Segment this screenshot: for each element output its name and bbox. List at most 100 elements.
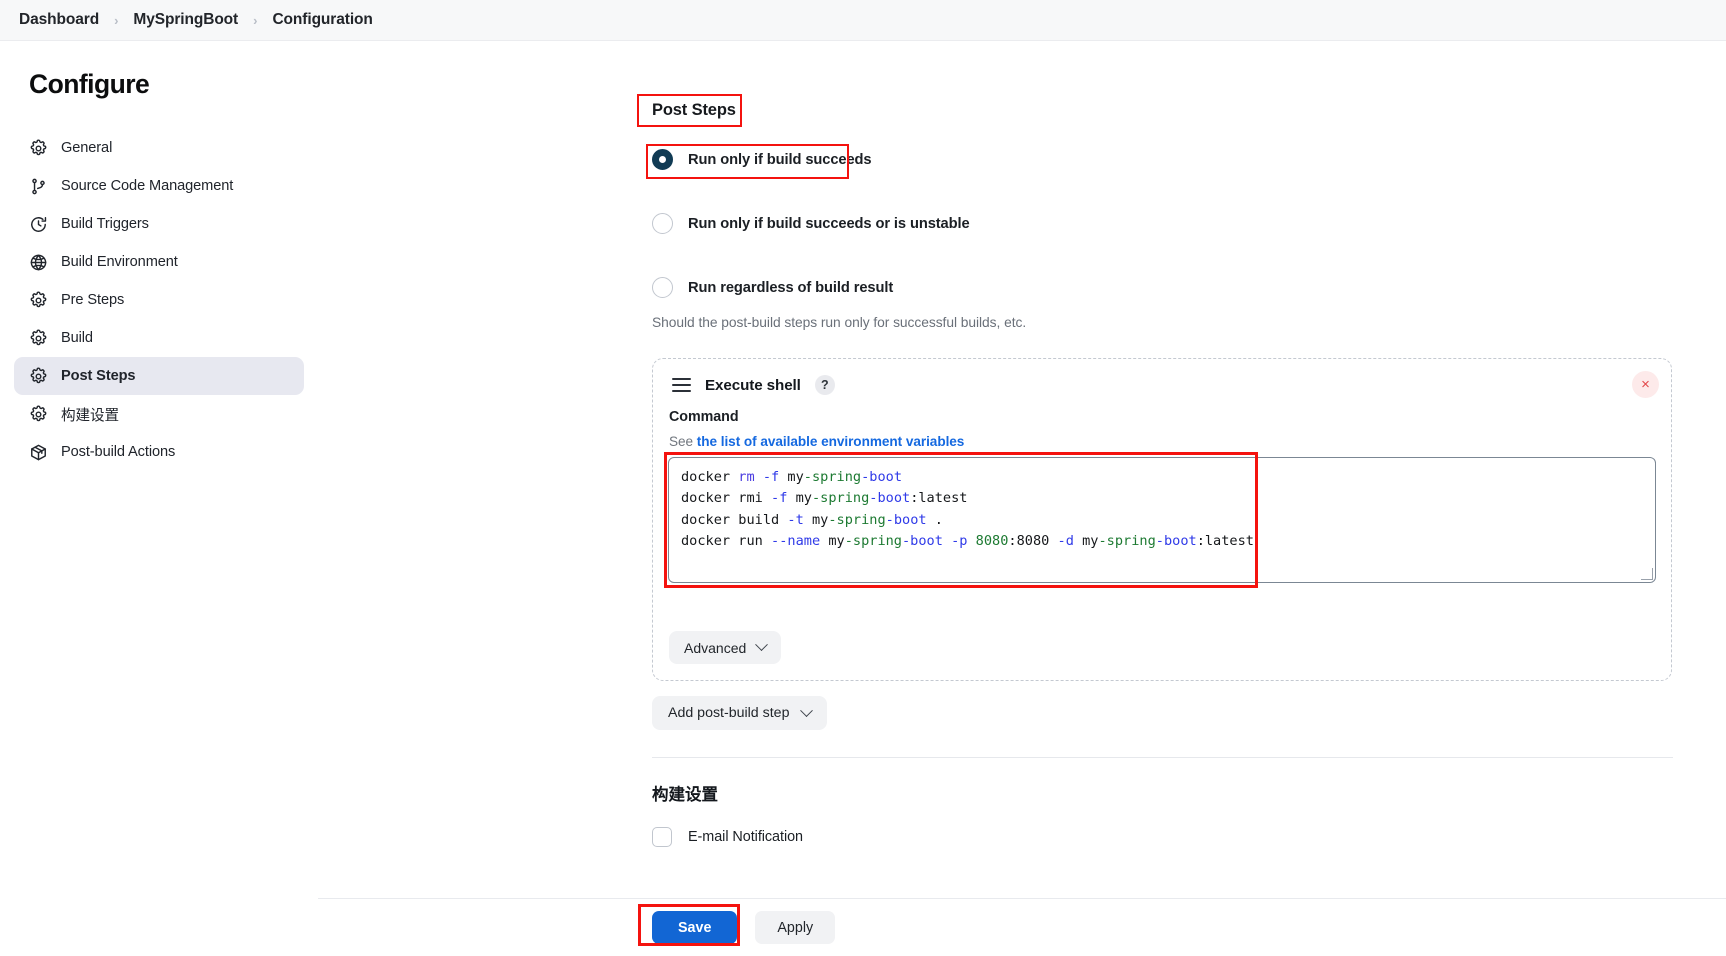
command-textarea[interactable]: docker rm -f my-spring-bootdocker rmi -f… bbox=[668, 457, 1656, 583]
code-line: docker rmi -f my-spring-boot:latest bbox=[681, 488, 1643, 509]
env-help-prefix: See bbox=[669, 434, 697, 449]
code-token: -boot bbox=[861, 469, 902, 485]
gear-icon bbox=[29, 405, 48, 424]
gear-icon bbox=[29, 291, 48, 310]
build-step-header: Execute shell ? bbox=[653, 359, 1671, 395]
radio-run-only-if-build-succeeds[interactable]: Run only if build succeeds bbox=[652, 149, 871, 170]
code-token: my bbox=[1082, 533, 1098, 549]
radio-indicator-selected[interactable] bbox=[652, 149, 673, 170]
code-token: -boot bbox=[886, 512, 927, 528]
breadcrumb: Dashboard › MySpringBoot › Configuration bbox=[0, 0, 1726, 41]
breadcrumb-item-configuration[interactable]: Configuration bbox=[270, 11, 374, 29]
code-token: :latest bbox=[1197, 533, 1254, 549]
code-token: docker build bbox=[681, 512, 787, 528]
add-post-build-step-button[interactable]: Add post-build step bbox=[652, 696, 827, 730]
code-token: 8080 bbox=[976, 533, 1009, 549]
radio-label: Run only if build succeeds bbox=[688, 152, 871, 168]
help-icon[interactable]: ? bbox=[815, 375, 835, 395]
code-token: docker run bbox=[681, 533, 771, 549]
code-line: docker rm -f my-spring-boot bbox=[681, 467, 1643, 488]
chevron-down-icon bbox=[801, 704, 814, 717]
advanced-button[interactable]: Advanced bbox=[669, 631, 781, 664]
drag-handle-icon[interactable] bbox=[672, 378, 691, 392]
clock-icon bbox=[29, 215, 48, 234]
sidebar-item-post-build-actions[interactable]: Post-build Actions bbox=[14, 433, 304, 471]
package-icon bbox=[29, 443, 48, 462]
sidebar-item-build-environment[interactable]: Build Environment bbox=[14, 243, 304, 281]
gear-icon bbox=[29, 367, 48, 386]
gear-icon bbox=[29, 139, 48, 158]
sidebar-item-label: Source Code Management bbox=[61, 178, 233, 194]
post-steps-heading: Post Steps bbox=[652, 101, 736, 120]
breadcrumb-separator-icon: › bbox=[240, 14, 270, 27]
code-token: -f bbox=[763, 469, 788, 485]
radio-indicator[interactable] bbox=[652, 213, 673, 234]
radio-run-regardless-of-build-result[interactable]: Run regardless of build result bbox=[652, 277, 893, 298]
save-button[interactable]: Save bbox=[652, 911, 737, 944]
advanced-label: Advanced bbox=[684, 640, 746, 656]
env-variables-link[interactable]: the list of available environment variab… bbox=[697, 434, 965, 449]
code-token: -spring bbox=[812, 490, 869, 506]
code-token: -spring bbox=[804, 469, 861, 485]
sidebar-item-build[interactable]: Build bbox=[14, 319, 304, 357]
code-token: . bbox=[927, 512, 943, 528]
sidebar-item-pre-steps[interactable]: Pre Steps bbox=[14, 281, 304, 319]
gear-icon bbox=[29, 329, 48, 348]
sidebar-item-build-settings[interactable]: 构建设置 bbox=[14, 395, 304, 433]
sidebar-nav: General Source Code Management bbox=[0, 129, 318, 471]
radio-run-only-if-build-succeeds-or-unstable[interactable]: Run only if build succeeds or is unstabl… bbox=[652, 213, 970, 234]
sidebar-item-post-steps[interactable]: Post Steps bbox=[14, 357, 304, 395]
code-token: -f bbox=[771, 490, 796, 506]
code-token bbox=[943, 533, 951, 549]
code-token: :8080 bbox=[1008, 533, 1057, 549]
code-token: my bbox=[812, 512, 828, 528]
sidebar-item-label: General bbox=[61, 140, 112, 156]
code-line: docker build -t my-spring-boot . bbox=[681, 510, 1643, 531]
radio-group-help-text: Should the post-build steps run only for… bbox=[652, 315, 1026, 330]
sidebar-item-general[interactable]: General bbox=[14, 129, 304, 167]
code-token: -t bbox=[787, 512, 812, 528]
sidebar-item-label: 构建设置 bbox=[61, 404, 119, 425]
code-token: -boot bbox=[869, 490, 910, 506]
sidebar-item-label: Post-build Actions bbox=[61, 444, 175, 460]
sidebar-item-source-code-management[interactable]: Source Code Management bbox=[14, 167, 304, 205]
breadcrumb-item-dashboard[interactable]: Dashboard bbox=[17, 11, 101, 29]
code-token: -spring bbox=[828, 512, 885, 528]
code-token: docker bbox=[681, 469, 738, 485]
command-label: Command bbox=[669, 409, 739, 425]
code-token: --name bbox=[771, 533, 828, 549]
code-token: -d bbox=[1058, 533, 1083, 549]
code-token: -spring bbox=[845, 533, 902, 549]
radio-label: Run regardless of build result bbox=[688, 280, 893, 296]
apply-button[interactable]: Apply bbox=[755, 911, 835, 944]
breadcrumb-separator-icon: › bbox=[101, 14, 131, 27]
sidebar-item-label: Build bbox=[61, 330, 93, 346]
code-token: docker rmi bbox=[681, 490, 771, 506]
chevron-down-icon bbox=[755, 638, 768, 651]
sidebar-item-build-triggers[interactable]: Build Triggers bbox=[14, 205, 304, 243]
globe-icon bbox=[29, 253, 48, 272]
radio-label: Run only if build succeeds or is unstabl… bbox=[688, 216, 970, 232]
add-post-build-step-label: Add post-build step bbox=[668, 705, 789, 721]
code-token: my bbox=[828, 533, 844, 549]
email-notification-checkbox[interactable] bbox=[652, 827, 672, 847]
email-notification-label: E-mail Notification bbox=[688, 829, 803, 845]
main-content: Post Steps Run only if build succeeds Ru… bbox=[318, 41, 1726, 956]
page-title: Configure bbox=[0, 41, 318, 100]
breadcrumb-item-myspringboot[interactable]: MySpringBoot bbox=[131, 11, 240, 29]
code-token: my bbox=[787, 469, 803, 485]
branch-icon bbox=[29, 177, 48, 196]
code-token: rm bbox=[738, 469, 763, 485]
code-token: :latest bbox=[910, 490, 967, 506]
sidebar-item-label: Build Triggers bbox=[61, 216, 149, 232]
sidebar-item-label: Build Environment bbox=[61, 254, 178, 270]
email-notification-row[interactable]: E-mail Notification bbox=[652, 827, 803, 847]
section-divider bbox=[652, 757, 1673, 758]
close-icon[interactable]: × bbox=[1632, 371, 1659, 398]
radio-indicator[interactable] bbox=[652, 277, 673, 298]
code-token: -spring bbox=[1098, 533, 1155, 549]
build-step-title: Execute shell bbox=[705, 377, 801, 394]
sidebar-item-label: Post Steps bbox=[61, 368, 135, 384]
form-actions-bar: Save Apply bbox=[318, 898, 1726, 956]
code-token: my bbox=[796, 490, 812, 506]
